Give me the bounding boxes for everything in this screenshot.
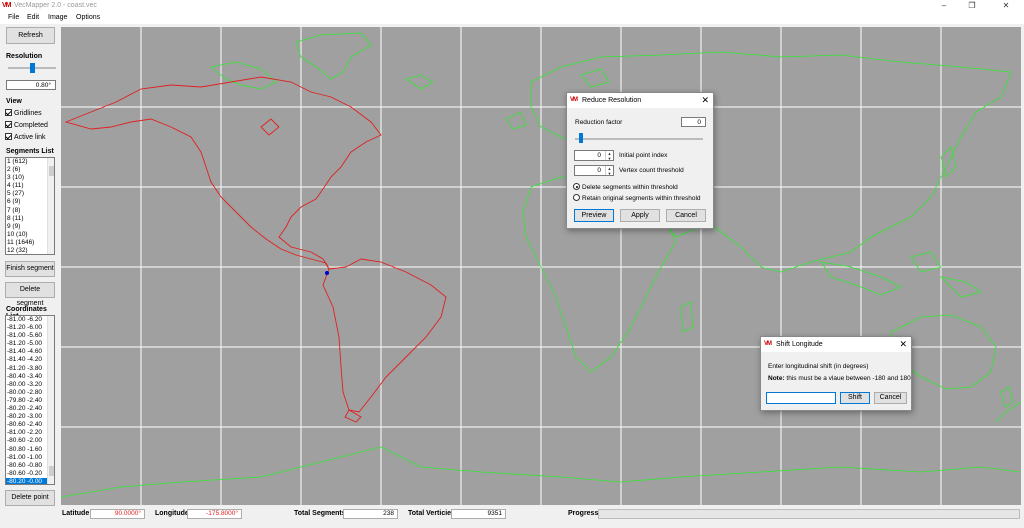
dialog-title-bar: VM Reduce Resolution ✕ bbox=[567, 93, 713, 108]
status-bar: Latitude 90.0000° Longitude -175.8000° T… bbox=[0, 506, 1024, 528]
shift-cancel-button[interactable]: Cancel bbox=[874, 392, 907, 404]
slider-thumb[interactable] bbox=[579, 133, 583, 143]
close-icon[interactable]: ✕ bbox=[992, 0, 1020, 12]
longitude-label: Longitude bbox=[155, 510, 189, 517]
initial-index-stepper[interactable]: 0 ▲ ▼ bbox=[574, 150, 614, 161]
active-segment bbox=[64, 76, 447, 423]
active-link-checkbox[interactable]: Active link bbox=[5, 133, 46, 141]
delete-segments-label: Delete segments within threshold bbox=[582, 184, 678, 191]
total-vertices-label: Total Verticies bbox=[408, 510, 455, 517]
resolution-value[interactable]: 0.80° bbox=[6, 80, 56, 90]
segments-list[interactable]: 1 (612) 2 (6) 3 (10) 4 (11) 5 (27) 6 (9) 7 (8)… bbox=[5, 157, 55, 255]
coordinates-list[interactable]: -81.00 -6.20 -81.20 -6.00 -81.00 -5.60 -81.… bbox=[5, 315, 55, 485]
slider-track bbox=[575, 138, 703, 140]
latitude-label: Latitude bbox=[62, 510, 90, 517]
cancel-button[interactable]: Cancel bbox=[666, 209, 706, 222]
delete-segments-radio[interactable]: Delete segments within threshold bbox=[573, 183, 678, 191]
app-logo-icon: VM bbox=[764, 341, 772, 347]
delete-point-button[interactable]: Delete point bbox=[5, 490, 55, 506]
checkmark-icon bbox=[5, 133, 12, 140]
preview-button[interactable]: Preview bbox=[574, 209, 614, 222]
app-logo-icon: VM bbox=[2, 2, 11, 9]
map-svg[interactable] bbox=[61, 27, 1021, 505]
minimize-icon[interactable]: – bbox=[930, 0, 958, 12]
close-icon[interactable]: ✕ bbox=[899, 339, 907, 350]
shift-input[interactable] bbox=[766, 392, 836, 404]
note-bold: Note: bbox=[768, 375, 785, 382]
initial-index-value: 0 bbox=[597, 152, 601, 159]
shift-prompt: Enter longitudinal shift (in degrees) bbox=[768, 363, 869, 370]
sidebar: Refresh Resolution 0.80° View Gridlines … bbox=[0, 25, 60, 506]
menu-options[interactable]: Options bbox=[76, 14, 100, 21]
scrollbar[interactable] bbox=[47, 316, 54, 484]
retain-segments-radio[interactable]: Retain original segments within threshol… bbox=[573, 194, 701, 202]
checkmark-icon bbox=[5, 109, 12, 116]
gridlines bbox=[61, 27, 1021, 505]
checkmark-icon bbox=[5, 121, 12, 128]
shift-note: Note: this must be a vlaue between -180 … bbox=[768, 375, 911, 382]
initial-index-label: Initial point index bbox=[619, 152, 668, 159]
refresh-button[interactable]: Refresh bbox=[6, 27, 55, 44]
vertex-threshold-stepper[interactable]: 0 ▲ ▼ bbox=[574, 165, 614, 176]
menu-edit[interactable]: Edit bbox=[27, 14, 39, 21]
selected-vertex-marker[interactable] bbox=[325, 271, 329, 275]
latitude-value: 90.0000° bbox=[90, 509, 145, 519]
maximize-icon[interactable]: ❐ bbox=[958, 0, 986, 12]
dialog-title: Shift Longitude bbox=[776, 341, 823, 348]
retain-segments-label: Retain original segments within threshol… bbox=[582, 195, 701, 202]
dialog-title-bar: VM Shift Longitude ✕ bbox=[761, 337, 911, 352]
resolution-label: Resolution bbox=[6, 53, 43, 60]
active-link-label: Active link bbox=[14, 134, 46, 141]
gridlines-label: Gridlines bbox=[14, 110, 42, 117]
completed-label: Completed bbox=[14, 122, 48, 129]
menu-file[interactable]: File bbox=[8, 14, 19, 21]
total-segments-label: Total Segments bbox=[294, 510, 346, 517]
menu-image[interactable]: Image bbox=[48, 14, 67, 21]
close-icon[interactable]: ✕ bbox=[701, 95, 709, 106]
vertex-threshold-value: 0 bbox=[597, 167, 601, 174]
progress-bar bbox=[598, 509, 1020, 519]
reduction-factor-label: Reduction factor bbox=[575, 119, 623, 126]
resolution-slider[interactable] bbox=[8, 63, 56, 73]
total-segments-value: 238 bbox=[343, 509, 398, 519]
delete-segment-button[interactable]: Delete segment bbox=[5, 282, 55, 307]
app-logo-icon: VM bbox=[570, 97, 578, 103]
slider-thumb[interactable] bbox=[29, 63, 35, 73]
spin-arrows-icon[interactable]: ▲ ▼ bbox=[605, 151, 613, 161]
scrollbar-thumb[interactable] bbox=[49, 466, 54, 476]
apply-button[interactable]: Apply bbox=[620, 209, 660, 222]
finish-segment-button[interactable]: Finish segment bbox=[5, 261, 55, 277]
spin-arrows-icon[interactable]: ▲ ▼ bbox=[605, 166, 613, 176]
progress-label: Progress bbox=[568, 510, 599, 517]
title-bar: VM VecMapper 2.0 - coast.vec – ❐ ✕ bbox=[0, 0, 1024, 12]
view-label: View bbox=[6, 98, 22, 105]
vertex-threshold-label: Vertex count threshold bbox=[619, 167, 684, 174]
radio-selected-icon bbox=[573, 183, 580, 190]
radio-empty-icon bbox=[573, 194, 580, 201]
completed-checkbox[interactable]: Completed bbox=[5, 121, 48, 129]
reduction-factor-slider[interactable] bbox=[575, 133, 703, 143]
window-title: VecMapper 2.0 - coast.vec bbox=[14, 2, 97, 9]
gridlines-checkbox[interactable]: Gridlines bbox=[5, 109, 42, 117]
scrollbar[interactable] bbox=[47, 158, 54, 254]
reduction-factor-input[interactable]: 0 bbox=[681, 117, 706, 127]
reduce-resolution-dialog: VM Reduce Resolution ✕ Reduction factor … bbox=[566, 92, 714, 229]
map-canvas[interactable] bbox=[61, 27, 1021, 505]
longitude-value: -175.8000° bbox=[187, 509, 242, 519]
total-vertices-value: 9351 bbox=[451, 509, 506, 519]
menu-bar: File Edit Image Options bbox=[0, 12, 1024, 24]
dialog-title: Reduce Resolution bbox=[582, 97, 642, 104]
note-text: this must be a vlaue between -180 and 18… bbox=[784, 375, 911, 382]
scrollbar-thumb[interactable] bbox=[49, 166, 54, 176]
shift-button[interactable]: Shift bbox=[840, 392, 870, 404]
shift-longitude-dialog: VM Shift Longitude ✕ Enter longitudinal … bbox=[760, 336, 912, 411]
segments-list-label: Segments List bbox=[6, 148, 54, 155]
